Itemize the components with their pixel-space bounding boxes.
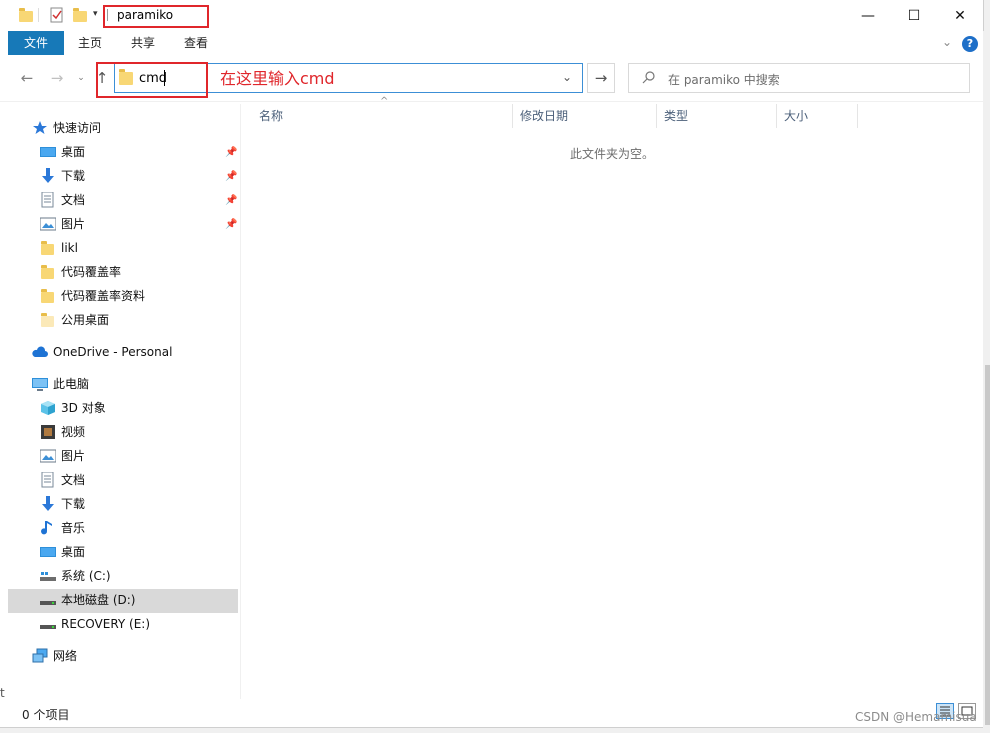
desktop-icon xyxy=(40,144,56,160)
empty-folder-message: 此文件夹为空。 xyxy=(570,147,655,161)
column-divider[interactable] xyxy=(857,104,858,128)
title-bar: ▾ paramiko — ☐ ✕ xyxy=(0,0,983,31)
tab-home[interactable]: 主页 xyxy=(70,31,110,55)
cloud-icon xyxy=(32,344,48,360)
folder-icon xyxy=(40,264,56,280)
tab-view[interactable]: 查看 xyxy=(176,31,216,55)
video-icon xyxy=(40,424,56,440)
annotation-text: 在这里输入cmd xyxy=(220,69,335,88)
document-icon xyxy=(40,472,56,488)
close-button[interactable]: ✕ xyxy=(937,0,983,31)
drive-icon xyxy=(40,592,56,608)
download-icon xyxy=(40,496,56,512)
computer-icon xyxy=(32,376,48,392)
folder-icon xyxy=(40,240,56,256)
ribbon-tabs: 文件 主页 共享 查看 ⌄ ? xyxy=(0,31,983,55)
forward-arrow-icon[interactable]: → xyxy=(48,69,66,87)
search-input[interactable]: 在 paramiko 中搜索 xyxy=(668,71,780,88)
back-arrow-icon[interactable]: ← xyxy=(18,69,36,87)
properties-icon[interactable] xyxy=(49,7,65,23)
column-divider[interactable] xyxy=(656,104,657,128)
column-name[interactable]: 名称 xyxy=(259,104,283,128)
column-divider[interactable] xyxy=(776,104,777,128)
document-icon xyxy=(40,192,56,208)
help-icon[interactable]: ? xyxy=(962,36,978,52)
background-text-fragment: t xyxy=(0,686,5,700)
title-highlight-box xyxy=(103,5,209,28)
watermark: CSDN @Hemamisua xyxy=(855,710,977,724)
tab-file[interactable]: 文件 xyxy=(8,31,64,55)
address-highlight-box xyxy=(96,62,208,98)
qat-dropdown-icon[interactable]: ▾ xyxy=(93,9,98,19)
folder-icon xyxy=(18,7,34,23)
pin-icon[interactable]: 📌 xyxy=(225,171,237,182)
star-icon xyxy=(32,120,48,136)
recent-locations-icon[interactable]: ⌄ xyxy=(72,69,90,87)
scrollbar-thumb[interactable] xyxy=(985,365,990,725)
network-icon xyxy=(32,648,48,664)
address-dropdown-icon[interactable]: ⌄ xyxy=(562,70,572,84)
sort-ascending-icon: ^ xyxy=(380,96,389,107)
3d-objects-icon xyxy=(40,400,56,416)
column-size[interactable]: 大小 xyxy=(784,104,808,128)
pictures-icon xyxy=(40,448,56,464)
explorer-window: ▾ paramiko — ☐ ✕ 文件 主页 共享 查看 ⌄ ? ← → ⌄ ↑… xyxy=(0,0,984,728)
divider xyxy=(38,8,39,22)
pin-icon[interactable]: 📌 xyxy=(225,147,237,158)
drive-icon xyxy=(40,616,56,632)
tab-share[interactable]: 共享 xyxy=(123,31,163,55)
column-type[interactable]: 类型 xyxy=(664,104,688,128)
chevron-down-icon[interactable]: ⌄ xyxy=(942,35,952,49)
status-item-count: 0 个项目 xyxy=(22,708,70,722)
pictures-icon xyxy=(40,216,56,232)
go-button[interactable]: → xyxy=(587,63,615,93)
download-icon xyxy=(40,168,56,184)
pin-icon[interactable]: 📌 xyxy=(225,219,237,230)
folder-icon xyxy=(40,288,56,304)
pane-divider[interactable] xyxy=(240,104,241,699)
minimize-button[interactable]: — xyxy=(845,0,891,31)
column-divider[interactable] xyxy=(512,104,513,128)
column-modified[interactable]: 修改日期 xyxy=(520,104,568,128)
pin-icon[interactable]: 📌 xyxy=(225,195,237,206)
new-folder-icon[interactable] xyxy=(72,7,88,23)
folder-icon xyxy=(40,312,56,328)
maximize-button[interactable]: ☐ xyxy=(891,0,937,31)
drive-icon xyxy=(40,568,56,584)
desktop-icon xyxy=(40,544,56,560)
search-icon xyxy=(642,70,656,84)
music-icon xyxy=(40,520,56,536)
